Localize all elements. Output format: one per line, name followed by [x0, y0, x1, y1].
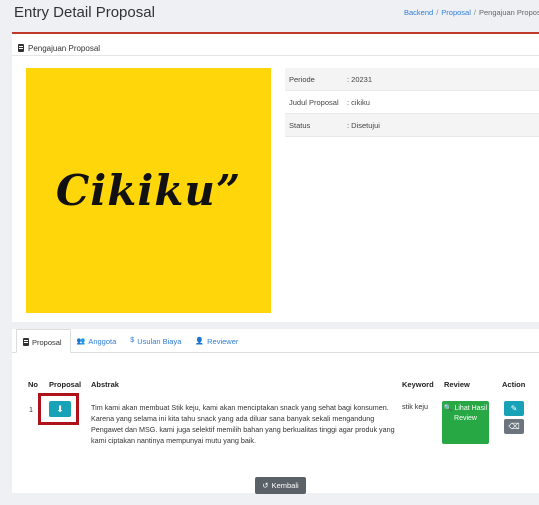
edit-button[interactable]: ✎	[504, 401, 524, 416]
proposal-detail-card: Pengajuan Proposal Cikiku” Periode : 202…	[12, 32, 539, 322]
user-plus-icon: 👤	[195, 338, 205, 345]
view-review-button[interactable]: 🔍 Lihat Hasil Review	[442, 401, 489, 444]
tab-reviewer[interactable]: 👤 Reviewer	[189, 329, 246, 352]
info-row-status: Status : Disetujui	[285, 114, 539, 137]
eraser-icon: ⌫	[508, 422, 520, 431]
tab-label: Usulan Biaya	[137, 337, 182, 346]
proposal-poster: Cikiku”	[26, 68, 271, 313]
back-button-label: Kembali	[271, 481, 299, 490]
col-header-keyword: Keyword	[402, 380, 434, 389]
document-icon	[18, 44, 24, 52]
pencil-icon: ✎	[510, 404, 518, 413]
table-row: 1 ⬇ Tim kami akan membuat Stik keju, kam…	[12, 399, 539, 459]
tab-anggota[interactable]: 👥 Anggota	[71, 329, 125, 352]
dollar-icon: $	[130, 337, 135, 344]
info-label: Status	[289, 120, 311, 130]
poster-text: Cikiku”	[55, 166, 242, 215]
info-value: : 20231	[347, 74, 373, 84]
col-header-review: Review	[444, 380, 470, 389]
card-header: Pengajuan Proposal	[12, 34, 539, 56]
keyword-text: stik keju	[402, 402, 428, 411]
breadcrumb-current: Pengajuan Propos	[478, 8, 539, 17]
breadcrumb-backend[interactable]: Backend	[404, 8, 433, 17]
info-table: Periode : 20231 Judul Proposal : cikiku …	[285, 68, 539, 137]
tab-label: Proposal	[32, 338, 62, 347]
info-value: : cikiku	[347, 97, 370, 107]
breadcrumb-proposal[interactable]: Proposal	[441, 8, 471, 17]
info-row-periode: Periode : 20231	[285, 68, 539, 91]
info-row-judul: Judul Proposal : cikiku	[285, 91, 539, 114]
tab-label: Reviewer	[207, 337, 239, 346]
col-header-abstrak: Abstrak	[91, 380, 119, 389]
proposal-tabs-card: Proposal 👥 Anggota $ Usulan Biaya 👤 Revi…	[12, 329, 539, 494]
col-header-no: No	[28, 380, 38, 389]
tab-proposal[interactable]: Proposal	[16, 329, 71, 353]
col-header-proposal: Proposal	[49, 380, 82, 389]
info-value: : Disetujui	[347, 120, 380, 130]
info-label: Judul Proposal	[289, 97, 339, 107]
review-button-label: Lihat Hasil Review	[454, 405, 488, 422]
col-header-action: Action	[502, 380, 526, 389]
back-button[interactable]: ↺ Kembali	[255, 477, 306, 494]
breadcrumb: Backend / Proposal / Pengajuan Propos	[404, 8, 539, 17]
delete-button[interactable]: ⌫	[504, 419, 524, 434]
users-icon: 👥	[76, 338, 86, 345]
tab-label: Anggota	[88, 337, 117, 346]
document-icon	[23, 338, 29, 346]
row-number: 1	[29, 405, 33, 414]
tab-bar: Proposal 👥 Anggota $ Usulan Biaya 👤 Revi…	[12, 329, 539, 353]
card-title: Pengajuan Proposal	[28, 43, 101, 53]
search-icon: 🔍	[443, 405, 453, 412]
tab-usulan-biaya[interactable]: $ Usulan Biaya	[124, 329, 189, 352]
table-header: No Proposal Abstrak Keyword Review Actio…	[12, 380, 539, 392]
abstract-text: Tim kami akan membuat Stik keju, kami ak…	[91, 403, 395, 445]
undo-icon: ↺	[262, 481, 269, 490]
highlight-box	[38, 393, 79, 425]
page-title: Entry Detail Proposal	[14, 4, 155, 21]
info-label: Periode	[289, 74, 315, 84]
